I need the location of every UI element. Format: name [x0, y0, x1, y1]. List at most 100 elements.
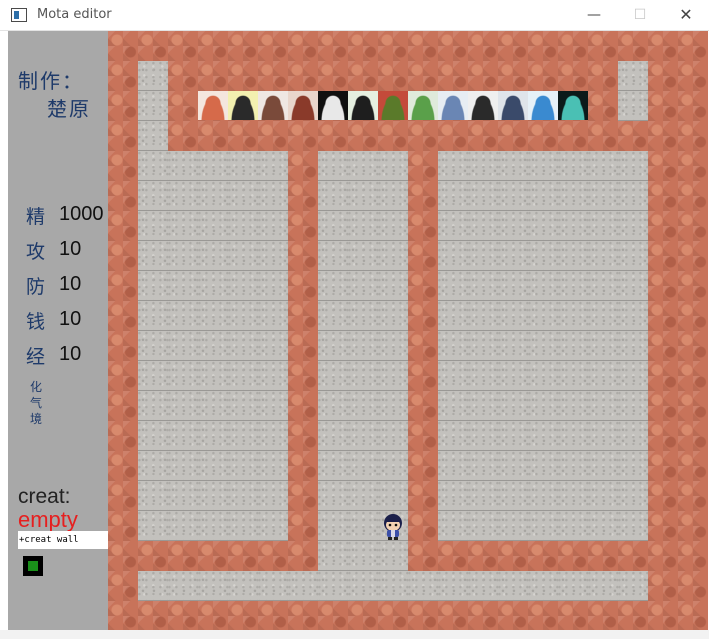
floor-tile[interactable] [348, 421, 378, 451]
wall-tile[interactable] [318, 601, 348, 631]
floor-tile[interactable] [588, 331, 618, 361]
floor-tile[interactable] [498, 211, 528, 241]
wall-tile[interactable] [108, 31, 138, 61]
floor-tile[interactable] [618, 451, 648, 481]
floor-tile[interactable] [438, 181, 468, 211]
floor-tile[interactable] [558, 391, 588, 421]
wall-tile[interactable] [648, 121, 678, 151]
floor-tile[interactable] [588, 421, 618, 451]
wall-tile[interactable] [108, 181, 138, 211]
floor-tile[interactable] [228, 151, 258, 181]
floor-tile[interactable] [438, 301, 468, 331]
wall-tile[interactable] [198, 31, 228, 61]
floor-tile[interactable] [168, 391, 198, 421]
wall-tile[interactable] [408, 391, 438, 421]
minimize-button[interactable]: — [571, 0, 617, 30]
wall-tile[interactable] [678, 391, 708, 421]
floor-tile[interactable] [498, 511, 528, 541]
avatar-6-icon[interactable] [348, 91, 378, 120]
floor-tile[interactable] [138, 301, 168, 331]
wall-tile[interactable] [678, 151, 708, 181]
floor-tile[interactable] [168, 151, 198, 181]
wall-tile[interactable] [288, 31, 318, 61]
wall-tile[interactable] [678, 241, 708, 271]
wall-tile[interactable] [408, 301, 438, 331]
floor-tile[interactable] [378, 271, 408, 301]
wall-tile[interactable] [108, 361, 138, 391]
floor-tile[interactable] [138, 91, 168, 121]
floor-tile[interactable] [558, 511, 588, 541]
floor-tile[interactable] [138, 451, 168, 481]
wall-tile[interactable] [288, 61, 318, 91]
floor-tile[interactable] [348, 331, 378, 361]
floor-tile[interactable] [198, 451, 228, 481]
wall-tile[interactable] [408, 451, 438, 481]
floor-tile[interactable] [348, 571, 378, 601]
floor-tile[interactable] [198, 211, 228, 241]
wall-tile[interactable] [108, 271, 138, 301]
floor-tile[interactable] [618, 511, 648, 541]
wall-tile[interactable] [468, 61, 498, 91]
avatar-7-icon[interactable] [378, 91, 408, 120]
floor-tile[interactable] [348, 451, 378, 481]
wall-tile[interactable] [168, 601, 198, 631]
floor-tile[interactable] [168, 271, 198, 301]
wall-tile[interactable] [408, 211, 438, 241]
wall-tile[interactable] [588, 61, 618, 91]
floor-tile[interactable] [228, 271, 258, 301]
avatar-12-icon[interactable] [528, 91, 558, 120]
avatar-4-icon[interactable] [288, 91, 318, 120]
wall-tile[interactable] [228, 121, 258, 151]
floor-tile[interactable] [468, 331, 498, 361]
command-input[interactable] [18, 531, 108, 549]
floor-tile[interactable] [318, 331, 348, 361]
wall-tile[interactable] [288, 121, 318, 151]
floor-tile[interactable] [588, 391, 618, 421]
wall-tile[interactable] [648, 271, 678, 301]
wall-tile[interactable] [648, 301, 678, 331]
wall-tile[interactable] [408, 31, 438, 61]
floor-tile[interactable] [138, 481, 168, 511]
floor-tile[interactable] [558, 451, 588, 481]
wall-tile[interactable] [108, 91, 138, 121]
floor-tile[interactable] [318, 271, 348, 301]
floor-tile[interactable] [258, 271, 288, 301]
wall-tile[interactable] [678, 451, 708, 481]
floor-tile[interactable] [348, 151, 378, 181]
wall-tile[interactable] [288, 151, 318, 181]
wall-tile[interactable] [168, 91, 198, 121]
floor-tile[interactable] [498, 361, 528, 391]
wall-tile[interactable] [678, 511, 708, 541]
floor-tile[interactable] [378, 151, 408, 181]
close-button[interactable]: ✕ [663, 0, 709, 30]
selected-tile-swatch[interactable] [23, 556, 43, 576]
floor-tile[interactable] [258, 241, 288, 271]
wall-tile[interactable] [198, 601, 228, 631]
floor-tile[interactable] [348, 241, 378, 271]
wall-tile[interactable] [228, 31, 258, 61]
avatar-13-icon[interactable] [558, 91, 588, 120]
wall-tile[interactable] [648, 31, 678, 61]
wall-tile[interactable] [258, 61, 288, 91]
floor-tile[interactable] [318, 571, 348, 601]
wall-tile[interactable] [378, 601, 408, 631]
wall-tile[interactable] [618, 601, 648, 631]
floor-tile[interactable] [558, 481, 588, 511]
wall-tile[interactable] [678, 361, 708, 391]
wall-tile[interactable] [678, 601, 708, 631]
floor-tile[interactable] [138, 181, 168, 211]
floor-tile[interactable] [138, 511, 168, 541]
floor-tile[interactable] [528, 241, 558, 271]
floor-tile[interactable] [378, 181, 408, 211]
floor-tile[interactable] [138, 151, 168, 181]
floor-tile[interactable] [438, 271, 468, 301]
floor-tile[interactable] [168, 451, 198, 481]
wall-tile[interactable] [648, 601, 678, 631]
floor-tile[interactable] [318, 211, 348, 241]
floor-tile[interactable] [618, 421, 648, 451]
wall-tile[interactable] [618, 31, 648, 61]
floor-tile[interactable] [318, 361, 348, 391]
floor-tile[interactable] [498, 451, 528, 481]
floor-tile[interactable] [228, 571, 258, 601]
floor-tile[interactable] [228, 391, 258, 421]
